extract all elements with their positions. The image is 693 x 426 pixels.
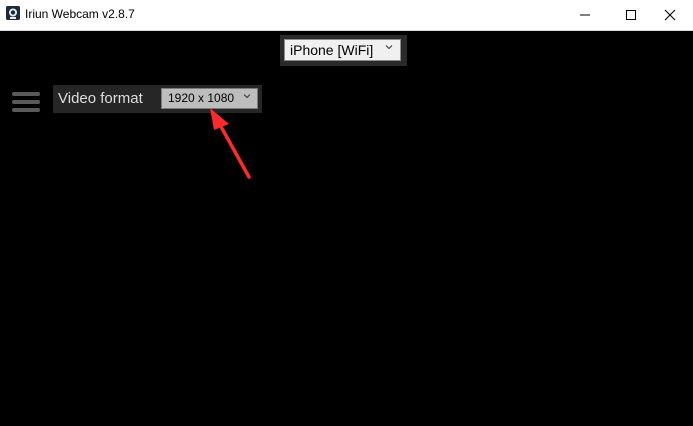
video-format-label: Video format xyxy=(58,90,143,107)
chevron-down-icon xyxy=(385,45,393,50)
device-select-value: iPhone [WiFi] xyxy=(290,42,374,58)
device-select[interactable]: iPhone [WiFi] xyxy=(284,39,401,61)
device-selector-panel: iPhone [WiFi] xyxy=(280,35,407,66)
chevron-down-icon xyxy=(243,94,251,99)
minimize-icon xyxy=(580,14,590,16)
app-window: Iriun Webcam v2.8.7 iPhone [WiFi] Video … xyxy=(0,0,693,426)
iriun-camera-icon xyxy=(6,6,20,20)
hamburger-menu-icon[interactable] xyxy=(12,92,40,112)
title-bar-border xyxy=(0,30,693,31)
maximize-icon xyxy=(626,10,636,20)
video-format-value: 1920 x 1080 xyxy=(168,91,235,105)
minimize-button[interactable] xyxy=(562,0,608,30)
title-bar[interactable]: Iriun Webcam v2.8.7 xyxy=(0,0,693,30)
video-format-panel: Video format 1920 x 1080 xyxy=(53,85,262,113)
close-button[interactable] xyxy=(647,0,693,30)
video-format-select[interactable]: 1920 x 1080 xyxy=(161,88,258,109)
window-title: Iriun Webcam v2.8.7 xyxy=(25,7,135,21)
close-icon xyxy=(664,9,676,21)
